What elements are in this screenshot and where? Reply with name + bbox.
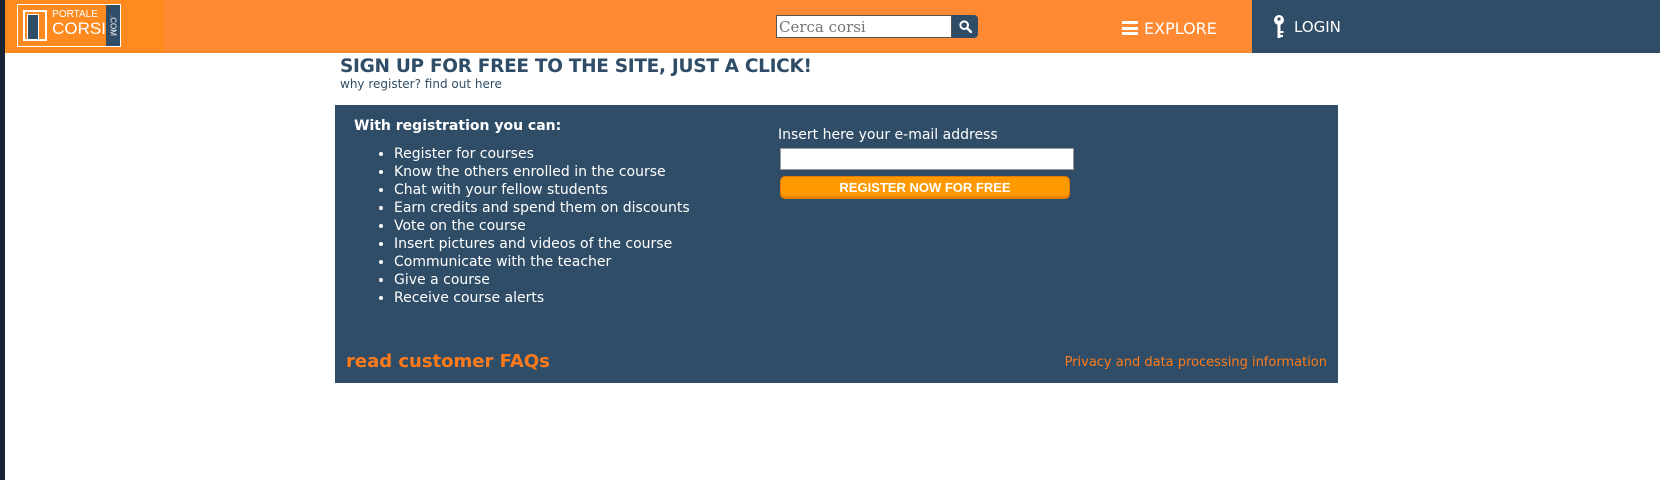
- door-icon: [18, 5, 52, 46]
- page-title: SIGN UP FOR FREE TO THE SITE, JUST A CLI…: [340, 56, 812, 77]
- benefit-item: Receive course alerts: [394, 289, 690, 307]
- logo-area: PORTALE CORSI .COM: [5, 0, 165, 53]
- benefits-list: Register for courses Know the others enr…: [376, 145, 690, 307]
- hamburger-icon: [1122, 21, 1138, 35]
- logo-suffix: .COM: [106, 5, 120, 46]
- email-field[interactable]: [780, 148, 1074, 170]
- benefit-item: Register for courses: [394, 145, 690, 163]
- registration-panel: With registration you can: Register for …: [335, 105, 1338, 383]
- benefit-item: Vote on the course: [394, 217, 690, 235]
- benefit-item: Earn credits and spend them on discounts: [394, 199, 690, 217]
- site-logo[interactable]: PORTALE CORSI .COM: [17, 4, 121, 47]
- why-register-link[interactable]: why register? find out here: [340, 77, 502, 91]
- benefit-item: Insert pictures and videos of the course: [394, 235, 690, 253]
- benefit-item: Give a course: [394, 271, 690, 289]
- search-button[interactable]: [952, 15, 978, 38]
- benefit-item: Communicate with the teacher: [394, 253, 690, 271]
- login-label: LOGIN: [1294, 18, 1341, 36]
- explore-label: EXPLORE: [1144, 18, 1217, 38]
- search-form: [776, 15, 978, 38]
- login-area: LOGIN: [1252, 0, 1660, 53]
- explore-menu-button[interactable]: EXPLORE: [1122, 16, 1217, 40]
- left-edge-strip: [0, 0, 5, 480]
- logo-line2: CORSI: [52, 19, 106, 38]
- logo-text: PORTALE CORSI: [52, 5, 106, 46]
- register-button[interactable]: REGISTER NOW FOR FREE: [780, 176, 1070, 199]
- privacy-link[interactable]: Privacy and data processing information: [1065, 355, 1327, 370]
- benefit-item: Know the others enrolled in the course: [394, 163, 690, 181]
- faq-link[interactable]: read customer FAQs: [346, 351, 550, 372]
- email-label: Insert here your e-mail address: [778, 127, 998, 143]
- key-icon: [1274, 15, 1284, 38]
- search-input[interactable]: [776, 15, 952, 38]
- search-icon: [958, 20, 972, 33]
- benefit-item: Chat with your fellow students: [394, 181, 690, 199]
- benefits-title: With registration you can:: [354, 118, 562, 134]
- login-button[interactable]: LOGIN: [1272, 14, 1341, 40]
